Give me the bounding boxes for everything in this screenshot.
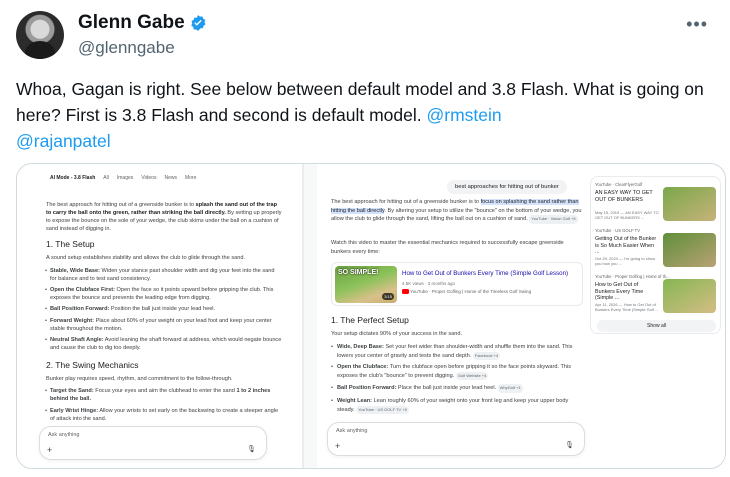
source-chip[interactable]: YouTube · US GOLF TV +5 <box>356 405 409 414</box>
bullet-text: Place the ball just inside your lead hee… <box>396 385 497 391</box>
tab-ai-mode: AI Mode - 3.8 Flash <box>50 175 96 181</box>
bullet-label: Target the Sand: <box>50 388 94 394</box>
tweet-media[interactable]: AI Mode - 3.8 Flash All Images Videos Ne… <box>16 163 726 469</box>
video-thumbnail[interactable]: SO SIMPLE! 3:15 <box>335 266 397 303</box>
source-chip[interactable]: YouTube · Vision Golf +5 <box>529 215 578 224</box>
video-meta: 4.5K views · 3 months ago <box>402 281 456 286</box>
plus-icon[interactable]: + <box>47 445 52 455</box>
source-panel: YouTube · ClearFlyerGolf AN EASY WAY TO … <box>590 176 721 334</box>
query-bubble: best approaches for hitting out of bunke… <box>447 180 567 194</box>
tab-more: More <box>184 175 197 181</box>
source-thumbnail <box>663 187 716 221</box>
tab-all: All <box>103 175 109 181</box>
list-item: Target the Sand: Focus your eyes and aim… <box>45 387 282 403</box>
ask-placeholder: Ask anything <box>336 428 368 434</box>
list-item: Open the Clubface First: Open the face s… <box>45 286 282 302</box>
list-item: Ball Position Forward: Position the ball… <box>45 305 282 313</box>
bullet-label: Open the Clubface: <box>337 364 389 370</box>
intro-text: The best approach for hitting out of a g… <box>46 202 196 208</box>
mention-link[interactable]: @rmstein <box>427 105 502 125</box>
tab-images: Images <box>116 175 134 181</box>
source-title[interactable]: How to Get Out of Bunkers Every Time (Si… <box>595 282 659 302</box>
source-chip[interactable]: Facebook +4 <box>472 351 501 360</box>
handle[interactable]: @glenngabe <box>78 38 175 58</box>
plus-icon[interactable]: + <box>335 441 340 451</box>
source-thumbnail <box>663 279 716 313</box>
bullet-label: Stable, Wide Base: <box>50 268 100 274</box>
source-name: YouTube · US GOLF TV <box>595 228 640 233</box>
tab-videos: Videos <box>141 175 157 181</box>
list-item: Open the Clubface: Turn the clubface ope… <box>331 363 583 380</box>
intro-text: The best approach for hitting out of a g… <box>331 199 481 205</box>
bullet-label: Open the Clubface First: <box>50 287 115 293</box>
video-duration: 3:15 <box>382 293 394 300</box>
thumbnail-caption: SO SIMPLE! <box>338 269 379 276</box>
list-item: Wide, Deep Base: Set your feet wider tha… <box>331 343 583 360</box>
source-snippet: Apr 11, 2026 — How to Get Out of Bunkers… <box>595 302 659 312</box>
youtube-icon <box>402 289 409 295</box>
search-tabs: AI Mode - 3.8 Flash All Images Videos Ne… <box>50 175 196 181</box>
watch-text: Watch this video to master the essential… <box>331 240 564 255</box>
media-image-right[interactable]: best approaches for hitting out of bunke… <box>317 164 725 468</box>
bullet-text: Position the ball just inside your lead … <box>109 306 216 312</box>
video-title[interactable]: How to Get Out of Bunkers Every Time (Si… <box>402 270 568 277</box>
list-item: Weight Lean: Lean roughly 60% of your we… <box>331 397 583 414</box>
mention-link[interactable]: @rajanpatel <box>16 131 111 151</box>
video-source: YouTube · Proper Golfing | Home of the T… <box>402 289 532 295</box>
source-card[interactable]: YouTube · ClearFlyerGolf AN EASY WAY TO … <box>595 182 718 226</box>
mic-icon[interactable]: 🎙 <box>247 445 256 453</box>
media-image-left[interactable]: AI Mode - 3.8 Flash All Images Videos Ne… <box>17 164 304 468</box>
source-snippet: Oct 29, 2024 — I'm going to show you how… <box>595 256 656 266</box>
bullet-text: Focus your eyes and aim the clubhead to … <box>93 388 237 394</box>
list-item: Forward Weight: Place about 60% of your … <box>45 317 282 333</box>
source-card[interactable]: YouTube · US GOLF TV Getting Out of the … <box>595 228 718 272</box>
section-text: Your setup dictates 90% of your success … <box>331 331 463 337</box>
avatar[interactable] <box>16 11 64 59</box>
bullet-label: Early Wrist Hinge: <box>50 408 99 414</box>
mic-icon[interactable]: 🎙 <box>565 441 574 449</box>
source-chip[interactable]: WhyGolf +1 <box>497 384 523 393</box>
source-snippet: May 15, 2019 — AN EASY WAY TO GET OUT OF… <box>595 210 659 220</box>
source-name: YouTube · Proper Golfing | Home of th... <box>595 274 670 279</box>
list-item: Stable, Wide Base: Widen your stance pas… <box>45 267 282 283</box>
bullet-label: Weight Lean: <box>337 398 373 404</box>
section-text: Bunker play requires speed, rhythm, and … <box>46 376 233 382</box>
display-name[interactable]: Glenn Gabe <box>78 12 185 34</box>
more-options-icon[interactable]: ••• <box>686 14 708 35</box>
bullet-label: Forward Weight: <box>50 318 95 324</box>
answer-intro: The best approach for hitting out of a g… <box>331 198 583 224</box>
bullet-label: Wide, Deep Base: <box>337 344 384 350</box>
source-chip[interactable]: Golf Website +4 <box>455 371 489 380</box>
section-heading: 1. The Setup <box>46 239 95 249</box>
ask-placeholder: Ask anything <box>48 432 80 438</box>
list-item: Neutral Shaft Angle: Avoid leaning the s… <box>45 336 282 352</box>
ask-anything-box[interactable]: Ask anything + 🎙 <box>39 426 267 460</box>
tweet-header: Glenn Gabe @glenngabe ••• <box>16 8 716 68</box>
video-source-text: YouTube · Proper Golfing | Home of the T… <box>410 289 532 294</box>
tweet-body: Whoa, Gagan is right. See below between … <box>16 79 704 125</box>
tab-news: News <box>164 175 177 181</box>
bullet-label: Neutral Shaft Angle: <box>50 337 104 343</box>
bullet-label: Ball Position Forward: <box>50 306 110 312</box>
tweet-text: Whoa, Gagan is right. See below between … <box>16 76 716 154</box>
source-title[interactable]: Getting Out of the Bunker is So Much Eas… <box>595 236 659 256</box>
verified-badge-icon <box>190 15 206 31</box>
section-heading: 1. The Perfect Setup <box>331 315 409 325</box>
ask-anything-box[interactable]: Ask anything + 🎙 <box>327 422 585 456</box>
section-text: A sound setup establishes stability and … <box>46 255 246 261</box>
list-item: Ball Position Forward: Place the ball ju… <box>331 384 583 393</box>
source-thumbnail <box>663 233 716 267</box>
name-row: Glenn Gabe <box>78 12 207 34</box>
answer-intro: The best approach for hitting out of a g… <box>46 201 282 233</box>
video-card[interactable]: SO SIMPLE! 3:15 How to Get Out of Bunker… <box>331 262 583 306</box>
source-card[interactable]: YouTube · Proper Golfing | Home of th...… <box>595 274 718 318</box>
section-heading: 2. The Swing Mechanics <box>46 360 139 370</box>
source-title[interactable]: AN EASY WAY TO GET OUT OF BUNKERS <box>595 190 659 203</box>
bullet-label: Ball Position Forward: <box>337 385 397 391</box>
source-name: YouTube · ClearFlyerGolf <box>595 182 643 187</box>
show-all-button[interactable]: Show all <box>597 320 716 332</box>
list-item: Early Wrist Hinge: Allow your wrists to … <box>45 407 282 423</box>
